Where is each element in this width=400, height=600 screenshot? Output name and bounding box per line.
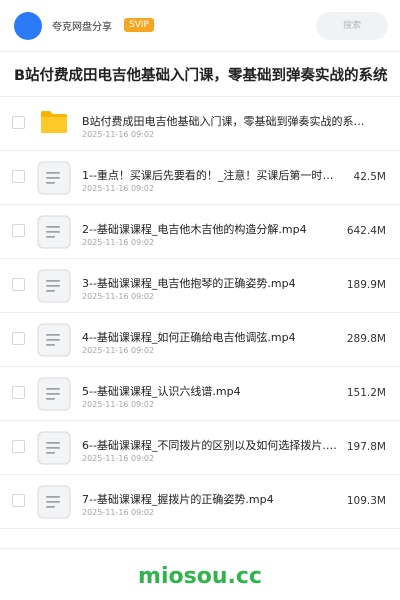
file-size: 197.8M [346, 441, 386, 453]
select-checkbox[interactable] [12, 386, 25, 399]
user-avatar[interactable] [14, 12, 42, 40]
file-name: 7--基础课课程_握拨片的正确姿势.mp4 [82, 493, 274, 506]
search-input[interactable]: 搜索 [316, 12, 388, 40]
document-icon [37, 485, 71, 519]
list-item[interactable]: 4--基础课课程_如何正确给电吉他调弦.mp4 2025-11-16 09:02… [0, 313, 400, 367]
site-watermark: miosou.cc [138, 564, 262, 589]
select-checkbox[interactable] [12, 332, 25, 345]
file-name: B站付费成田电吉他基础入门课，零基础到弹奏实战的系统教程 [82, 115, 372, 128]
file-list: B站付费成田电吉他基础入门课，零基础到弹奏实战的系统教程 2025-11-16 … [0, 97, 400, 529]
folder-icon [41, 111, 67, 133]
share-user-name: 夸克网盘分享 [52, 22, 112, 33]
file-date: 2025-11-16 09:02 [82, 130, 155, 139]
file-name: 4--基础课课程_如何正确给电吉他调弦.mp4 [82, 331, 296, 344]
document-icon [37, 323, 71, 357]
file-date: 2025-11-16 09:02 [82, 292, 155, 301]
file-size: 109.3M [346, 495, 386, 507]
file-date: 2025-11-16 09:02 [82, 238, 155, 247]
page-title: B站付费成田电吉他基础入门课，零基础到弹奏实战的系统 [14, 68, 388, 84]
file-name: 2--基础课课程_电吉他木吉他的构造分解.mp4 [82, 223, 307, 236]
document-icon [37, 215, 71, 249]
list-item[interactable]: 7--基础课课程_握拨片的正确姿势.mp4 2025-11-16 09:02 1… [0, 475, 400, 529]
select-checkbox[interactable] [12, 170, 25, 183]
select-checkbox[interactable] [12, 116, 25, 129]
file-name: 5--基础课课程_认识六线谱.mp4 [82, 385, 241, 398]
list-item[interactable]: 3--基础课课程_电吉他抱琴的正确姿势.mp4 2025-11-16 09:02… [0, 259, 400, 313]
divider [0, 548, 400, 549]
list-item[interactable]: 6--基础课课程_不同拨片的区别以及如何选择拨片.… 2025-11-16 09… [0, 421, 400, 475]
file-name: 3--基础课课程_电吉他抱琴的正确姿势.mp4 [82, 277, 296, 290]
select-checkbox[interactable] [12, 494, 25, 507]
list-item[interactable]: 2--基础课课程_电吉他木吉他的构造分解.mp4 2025-11-16 09:0… [0, 205, 400, 259]
list-item[interactable]: 1--重点！买课后先要看的！_注意！买课后第一时间… 2025-11-16 09… [0, 151, 400, 205]
file-date: 2025-11-16 09:02 [82, 454, 155, 463]
file-name: 6--基础课课程_不同拨片的区别以及如何选择拨片.… [82, 439, 337, 452]
document-icon [37, 161, 71, 195]
file-size: 289.8M [346, 333, 386, 345]
list-item[interactable]: 5--基础课课程_认识六线谱.mp4 2025-11-16 09:02 151.… [0, 367, 400, 421]
file-size: 42.5M [353, 171, 386, 183]
document-icon [37, 269, 71, 303]
list-item[interactable]: B站付费成田电吉他基础入门课，零基础到弹奏实战的系统教程 2025-11-16 … [0, 97, 400, 151]
document-icon [37, 377, 71, 411]
file-size: 642.4M [346, 225, 386, 237]
select-checkbox[interactable] [12, 224, 25, 237]
file-date: 2025-11-16 09:02 [82, 400, 155, 409]
file-size: 151.2M [346, 387, 386, 399]
document-icon [37, 431, 71, 465]
svip-badge: SVIP [124, 18, 154, 32]
file-date: 2025-11-16 09:02 [82, 184, 155, 193]
file-size: 189.9M [346, 279, 386, 291]
select-checkbox[interactable] [12, 278, 25, 291]
file-name: 1--重点！买课后先要看的！_注意！买课后第一时间… [82, 169, 344, 182]
select-checkbox[interactable] [12, 440, 25, 453]
file-date: 2025-11-16 09:02 [82, 346, 155, 355]
file-date: 2025-11-16 09:02 [82, 508, 155, 517]
top-bar: 夸克网盘分享 SVIP 搜索 [0, 0, 400, 52]
